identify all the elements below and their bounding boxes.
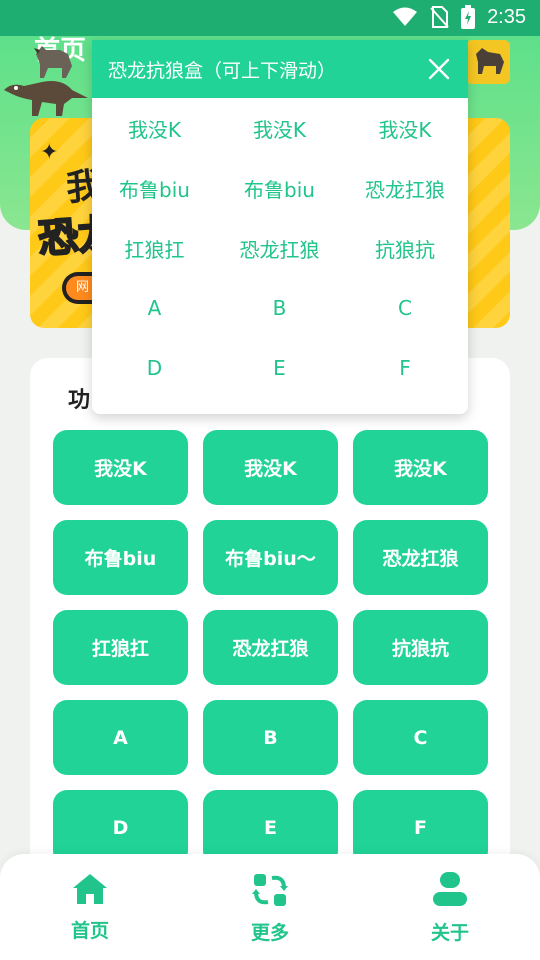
user-icon — [433, 872, 467, 906]
popup-item[interactable]: D — [92, 338, 217, 398]
sound-button[interactable]: 恐龙扛狼 — [203, 610, 338, 685]
sound-button[interactable]: 我没K — [53, 430, 188, 505]
nav-label-more: 更多 — [250, 922, 289, 944]
popup-item[interactable]: 我没K — [342, 98, 468, 158]
sound-button[interactable]: B — [203, 700, 338, 775]
popup-item[interactable]: F — [342, 338, 468, 398]
popup-grid: 我没K 我没K 我没K 布鲁biu 布鲁biu 恐龙扛狼 扛狼扛 恐龙扛狼 抗狼… — [92, 98, 468, 398]
nav-label-home: 首页 — [70, 920, 109, 942]
popup-item[interactable]: B — [217, 278, 342, 338]
nav-item-more[interactable]: 更多 — [225, 872, 315, 945]
sound-button-grid: 我没K 我没K 我没K 布鲁biu 布鲁biu～ 恐龙扛狼 扛狼扛 恐龙扛狼 抗… — [53, 430, 488, 865]
bottom-nav: 首页 更多 关于 — [0, 854, 540, 960]
popup-title: 恐龙抗狼盒（可上下滑动） — [108, 59, 337, 82]
popup-item[interactable]: 布鲁biu — [92, 158, 217, 218]
sound-button[interactable]: 布鲁biu — [53, 520, 188, 595]
popup-item[interactable]: 抗狼抗 — [342, 218, 468, 278]
popup-item[interactable]: 恐龙扛狼 — [217, 218, 342, 278]
nav-item-home[interactable]: 首页 — [45, 872, 135, 943]
home-icon — [73, 874, 107, 904]
no-sim-icon — [430, 6, 449, 28]
sound-button[interactable]: C — [353, 700, 488, 775]
popup-item[interactable]: 布鲁biu — [217, 158, 342, 218]
sound-button[interactable]: A — [53, 700, 188, 775]
sparkle-icon: ✦ — [40, 140, 59, 165]
popup-item[interactable]: 我没K — [217, 98, 342, 158]
sound-button[interactable]: 我没K — [353, 430, 488, 505]
function-card: 功 我没K 我没K 我没K 布鲁biu 布鲁biu～ 恐龙扛狼 扛狼扛 恐龙扛狼… — [30, 358, 510, 918]
thumbnail-image[interactable] — [466, 40, 510, 84]
sound-button[interactable]: 布鲁biu～ — [203, 520, 338, 595]
popup-item[interactable]: C — [342, 278, 468, 338]
section-title: 功 — [68, 388, 91, 413]
sound-box-popup: 恐龙抗狼盒（可上下滑动） 我没K 我没K 我没K 布鲁biu 布鲁biu 恐龙扛… — [92, 40, 468, 414]
close-icon[interactable] — [428, 58, 450, 80]
battery-icon — [461, 5, 476, 29]
popup-item[interactable]: A — [92, 278, 217, 338]
sound-button[interactable]: 我没K — [203, 430, 338, 505]
dinosaur-image — [4, 81, 88, 116]
popup-item[interactable]: 扛狼扛 — [92, 218, 217, 278]
popup-item[interactable]: 恐龙扛狼 — [342, 158, 468, 218]
nav-label-about: 关于 — [430, 922, 469, 944]
popup-item[interactable]: 我没K — [92, 98, 217, 158]
popup-item[interactable]: E — [217, 338, 342, 398]
popup-header: 恐龙抗狼盒（可上下滑动） — [92, 40, 468, 98]
status-time: 2:35 — [487, 5, 526, 28]
status-bar: 2:35 — [0, 0, 540, 36]
status-icons: 2:35 — [393, 5, 526, 29]
nav-item-about[interactable]: 关于 — [405, 872, 495, 945]
wifi-icon — [393, 7, 418, 26]
sound-button[interactable]: 扛狼扛 — [53, 610, 188, 685]
sound-button[interactable]: 抗狼抗 — [353, 610, 488, 685]
wolf-thumbnail-icon — [476, 48, 504, 74]
sound-button[interactable]: 恐龙扛狼 — [353, 520, 488, 595]
refresh-icon — [252, 874, 288, 906]
